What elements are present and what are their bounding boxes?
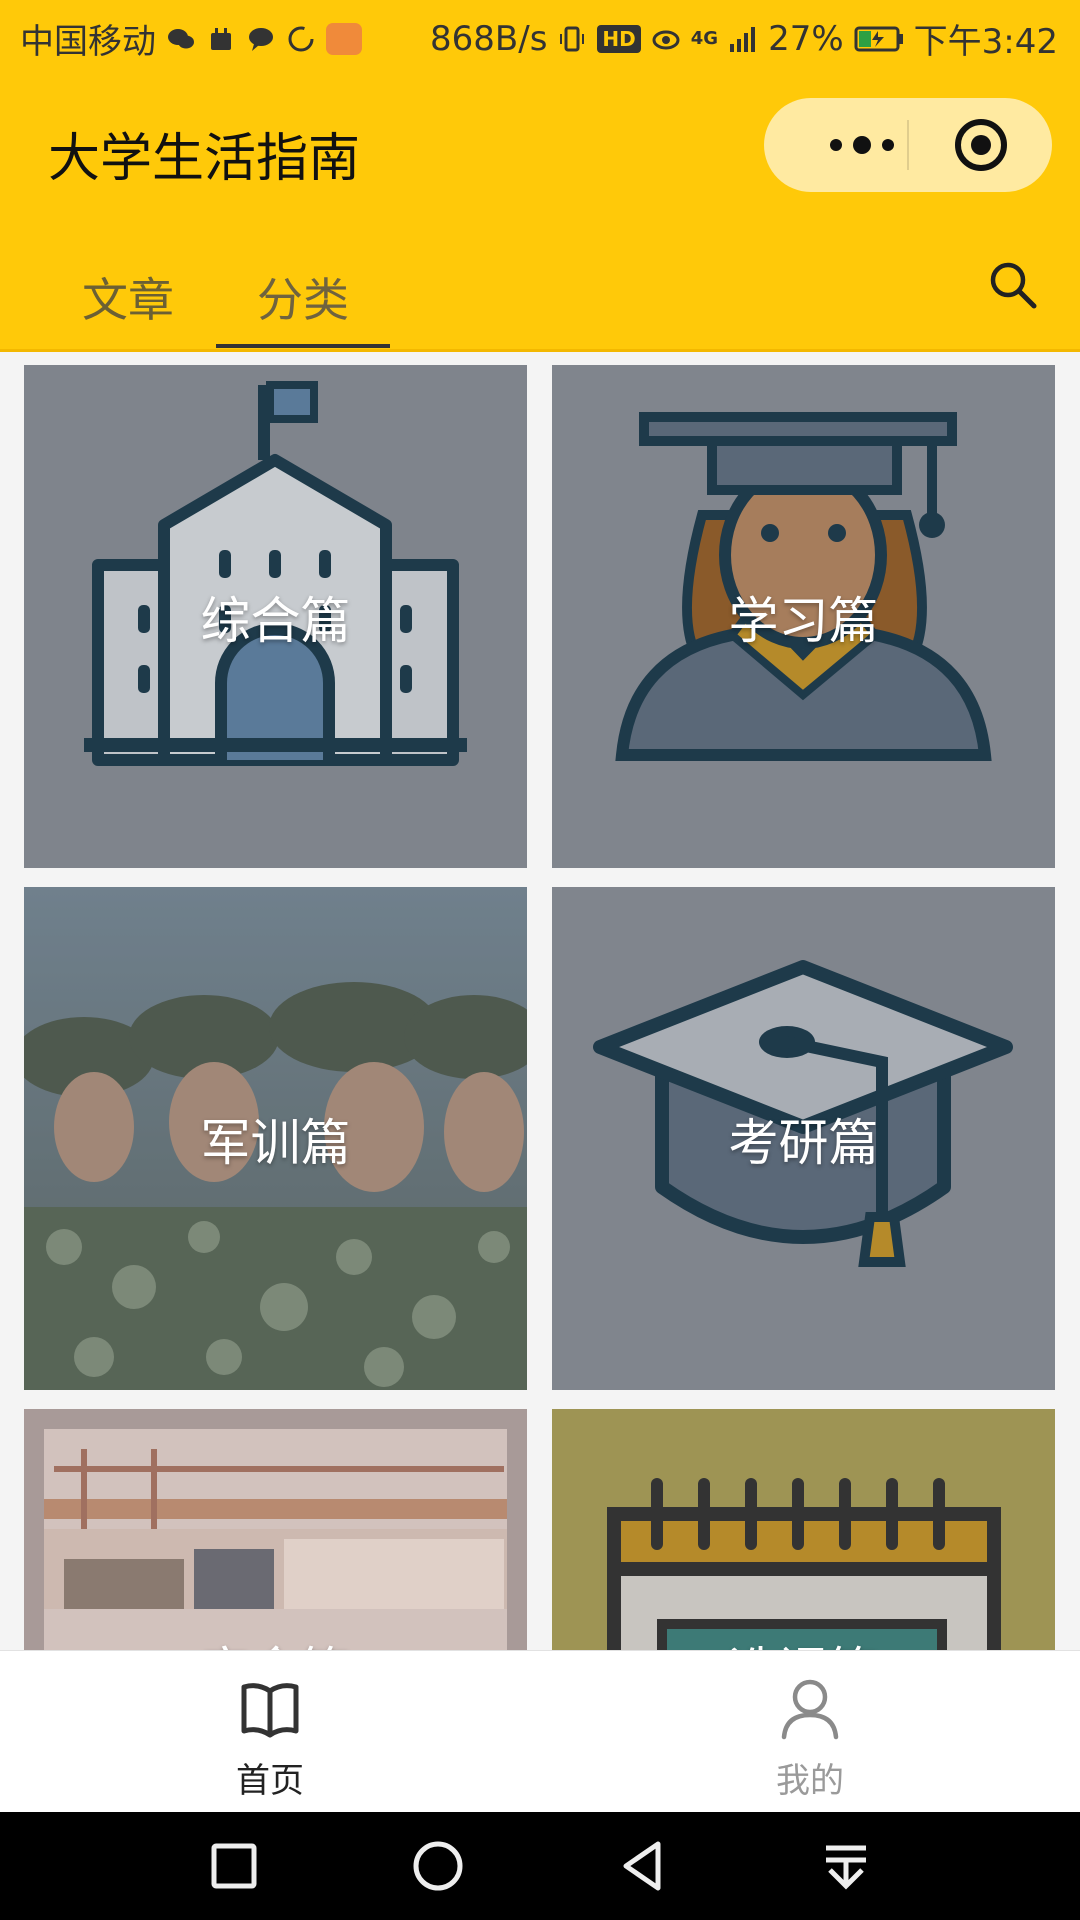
category-card-study[interactable]: 学习篇 xyxy=(552,365,1055,868)
status-bar: 中国移动 868B/s HD 4G 27% 下午3:42 xyxy=(0,0,1080,72)
net-speed: 868B/s xyxy=(430,18,548,59)
category-card-postgrad[interactable]: 考研篇 xyxy=(552,887,1055,1390)
tab-categories[interactable]: 分类 xyxy=(216,242,390,352)
app-header: 大学生活指南 文章 分类 xyxy=(0,72,1080,352)
eye-icon xyxy=(652,30,680,49)
network-type: 4G xyxy=(690,28,719,49)
search-icon[interactable] xyxy=(986,258,1040,312)
category-card-military[interactable]: 军训篇 xyxy=(24,887,527,1390)
carrier-label: 中国移动 xyxy=(20,22,156,62)
bottom-tab-bar: 首页 我的 xyxy=(0,1650,1080,1812)
vibrate-icon xyxy=(560,26,585,51)
close-target-icon[interactable] xyxy=(952,116,1010,174)
tabbar-item-me[interactable]: 我的 xyxy=(540,1651,1080,1813)
system-nav-bar xyxy=(0,1812,1080,1920)
message-icon xyxy=(249,27,273,51)
tabbar-label-me: 我的 xyxy=(776,1761,844,1801)
tab-articles[interactable]: 文章 xyxy=(52,242,204,352)
battery-icon xyxy=(854,26,903,51)
category-label: 考研篇 xyxy=(728,1113,879,1172)
category-card-general[interactable]: 综合篇 xyxy=(24,365,527,868)
capsule-divider xyxy=(907,120,909,170)
top-tabs: 文章 分类 xyxy=(0,242,1080,352)
page-title: 大学生活指南 xyxy=(48,129,361,189)
more-icon[interactable] xyxy=(804,98,924,192)
loading-ring-icon xyxy=(288,26,314,51)
home-circle-icon[interactable] xyxy=(408,1836,468,1896)
recent-apps-icon[interactable] xyxy=(204,1836,264,1896)
notification-pulldown-icon[interactable] xyxy=(816,1836,876,1896)
signal-icon xyxy=(730,26,756,52)
battery-percent: 27% xyxy=(768,18,844,59)
category-label: 军训篇 xyxy=(200,1113,351,1172)
wechat-icon xyxy=(168,28,194,48)
menu-capsule xyxy=(764,98,1052,192)
category-label: 综合篇 xyxy=(200,591,351,650)
app-notify-icon xyxy=(326,22,362,55)
tabbar-label-home: 首页 xyxy=(236,1761,304,1801)
tabbar-item-home[interactable]: 首页 xyxy=(0,1651,540,1813)
book-icon xyxy=(241,1683,299,1738)
user-icon xyxy=(781,1679,839,1740)
calendar-small-icon xyxy=(211,27,231,50)
category-label: 学习篇 xyxy=(728,591,879,650)
clock: 下午3:42 xyxy=(913,22,1058,62)
back-triangle-icon[interactable] xyxy=(612,1836,672,1896)
mini-program-app: 中国移动 868B/s HD 4G 27% 下午3:42 大学生活指南 文章 分… xyxy=(0,0,1080,1920)
active-tab-indicator xyxy=(216,344,390,348)
hd-badge: HD xyxy=(597,24,641,53)
